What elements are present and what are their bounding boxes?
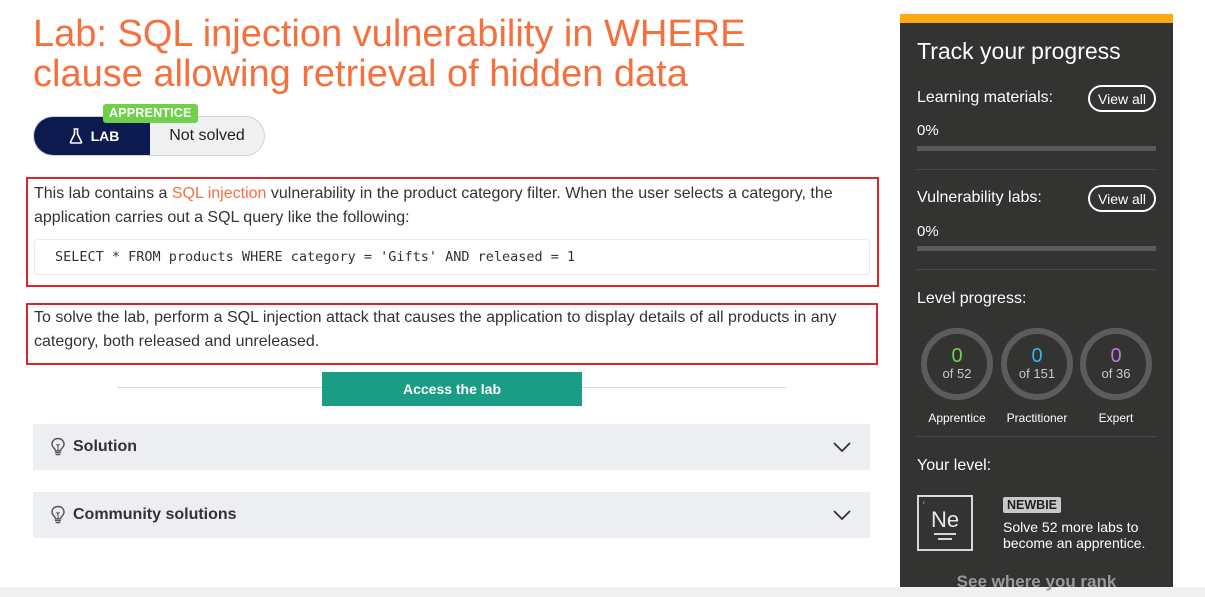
apprentice-ring: 0 of 52 Apprentice: [917, 328, 997, 425]
sql-injection-link[interactable]: SQL injection: [172, 185, 267, 202]
progress-sidebar: Track your progress Learning materials: …: [900, 14, 1173, 591]
sql-code-block: SELECT * FROM products WHERE category = …: [34, 239, 870, 275]
solution-label: Solution: [73, 438, 137, 455]
ring-name: Apprentice: [928, 411, 986, 425]
level-progress-label: Level progress:: [917, 290, 1027, 307]
ring-name: Expert: [1098, 411, 1134, 425]
lightbulb-icon: [50, 437, 66, 457]
ring-count: 0: [951, 345, 963, 367]
level-rings: 0 of 52 Apprentice 0 of 151 Practitioner…: [917, 328, 1156, 428]
separator: [917, 436, 1156, 437]
vuln-progress-bar: [917, 246, 1156, 251]
description-before-link: This lab contains a: [34, 185, 172, 202]
ring-count: 0: [1031, 345, 1043, 367]
learning-percent: 0%: [917, 122, 939, 139]
description-text: This lab contains a SQL injection vulner…: [34, 182, 871, 230]
community-solutions-accordion[interactable]: Community solutions: [33, 492, 870, 538]
practitioner-ring: 0 of 151 Practitioner: [997, 328, 1077, 425]
ring-circle: 0 of 52: [921, 328, 993, 400]
vuln-percent: 0%: [917, 223, 939, 240]
lab-status-widget: APPRENTICE LAB Not solved: [33, 104, 265, 156]
learning-materials-label: Learning materials:: [917, 89, 1054, 106]
chevron-down-icon: [832, 509, 852, 521]
solution-accordion[interactable]: Solution: [33, 424, 870, 470]
ring-circle: 0 of 36: [1080, 328, 1152, 400]
separator: [917, 269, 1156, 270]
element-symbol: Ne: [930, 507, 960, 532]
level-badge: APPRENTICE: [103, 104, 198, 123]
ring-name: Practitioner: [1006, 411, 1068, 425]
level-description: Solve 52 more labs to become an apprenti…: [1003, 519, 1146, 551]
vulnerability-labs-label: Vulnerability labs:: [917, 189, 1042, 206]
description-box: This lab contains a SQL injection vulner…: [26, 177, 879, 287]
lab-label: LAB: [90, 128, 120, 144]
page-title: Lab: SQL injection vulnerability in WHER…: [33, 13, 746, 95]
expert-ring: 0 of 36 Expert: [1076, 328, 1156, 425]
ring-total: of 151: [1018, 366, 1056, 381]
lightbulb-icon: [50, 505, 66, 525]
flask-icon: [69, 128, 83, 144]
level-element-icon: ′ Ne: [917, 495, 973, 551]
level-name-badge: NEWBIE: [1003, 497, 1061, 513]
ring-total: of 52: [942, 366, 972, 381]
element-bar: [934, 533, 956, 535]
separator: [917, 169, 1156, 170]
goal-text: To solve the lab, perform a SQL injectio…: [34, 309, 837, 350]
chevron-down-icon: [832, 441, 852, 453]
element-bar: [938, 538, 952, 540]
vuln-view-all-button[interactable]: View all: [1088, 185, 1156, 212]
ring-circle: 0 of 151: [1001, 328, 1073, 400]
your-level-label: Your level:: [917, 457, 992, 474]
ring-count: 0: [1110, 345, 1122, 367]
ring-total: of 36: [1101, 366, 1131, 381]
sidebar-title: Track your progress: [917, 38, 1121, 64]
goal-box: To solve the lab, perform a SQL injectio…: [26, 303, 878, 365]
community-solutions-label: Community solutions: [73, 506, 237, 523]
learning-progress-bar: [917, 146, 1156, 151]
see-where-you-rank-link[interactable]: See where you rank: [900, 572, 1173, 592]
learning-view-all-button[interactable]: View all: [1088, 85, 1156, 112]
access-lab-button[interactable]: Access the lab: [322, 372, 582, 406]
